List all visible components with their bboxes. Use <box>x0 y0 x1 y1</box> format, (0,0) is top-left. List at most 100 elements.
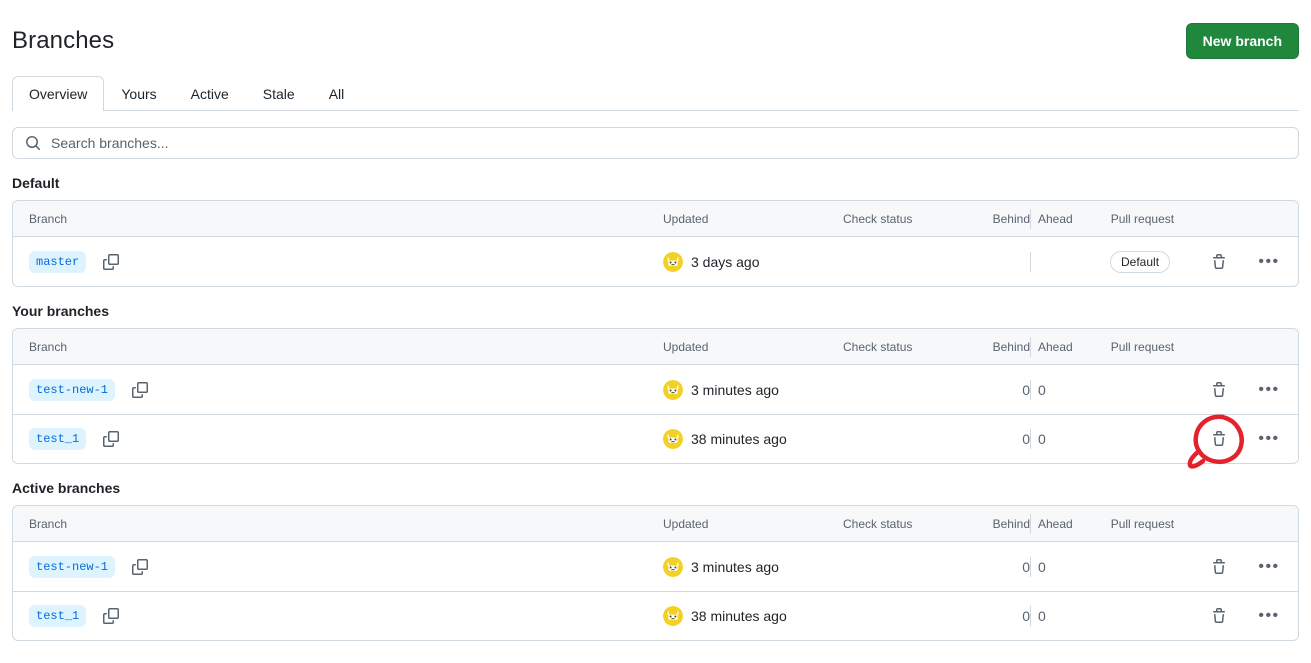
tab-bar: Overview Yours Active Stale All <box>12 76 1299 112</box>
column-header-pull-request: Pull request <box>1110 212 1175 226</box>
column-header-behind: Behind <box>992 517 1030 531</box>
branch-name-badge[interactable]: test_1 <box>29 428 87 450</box>
behind-count: 0 <box>1022 608 1030 624</box>
table-row: test_1 38 minutes ago 0 0 ••• <box>13 414 1298 463</box>
behind-count: 0 <box>1022 558 1030 575</box>
behind-count: 0 <box>1022 381 1030 398</box>
copy-icon <box>103 253 120 270</box>
row-more-options-button[interactable]: ••• <box>1256 426 1282 452</box>
trash-icon <box>1213 431 1225 446</box>
new-branch-button[interactable]: New branch <box>1185 23 1299 59</box>
avatar <box>663 556 683 577</box>
ahead-count: 0 <box>1038 608 1046 624</box>
trash-icon <box>1213 381 1225 397</box>
branch-name-badge[interactable]: test_1 <box>29 605 87 627</box>
updated-timestamp: 3 days ago <box>691 253 760 270</box>
row-more-options-button[interactable]: ••• <box>1256 554 1282 580</box>
avatar <box>663 606 683 626</box>
column-header-behind: Behind <box>992 212 1030 226</box>
copy-branch-name-button[interactable] <box>129 556 151 578</box>
branch-table: Branch Updated Check status Behind Ahead Pull… <box>12 505 1299 641</box>
branch-name-badge[interactable]: master <box>29 250 87 273</box>
copy-icon <box>132 558 149 575</box>
table-row: test_1 38 minutes ago 0 0 ••• <box>13 591 1298 640</box>
ahead-count: 0 <box>1038 381 1046 398</box>
updated-timestamp: 38 minutes ago <box>691 431 787 447</box>
copy-branch-name-button[interactable] <box>129 379 151 401</box>
tab-overview[interactable]: Overview <box>12 76 105 112</box>
copy-branch-name-button[interactable] <box>100 428 122 450</box>
tab-active[interactable]: Active <box>174 76 246 111</box>
delete-branch-button[interactable] <box>1206 249 1232 275</box>
default-branch-badge: Default <box>1110 250 1171 273</box>
table-row: test-new-1 3 minutes ago 0 0 ••• <box>13 365 1298 414</box>
table-header: Branch Updated Check status Behind Ahead Pull… <box>13 201 1298 237</box>
branch-table: Branch Updated Check status Behind Ahead Pull… <box>12 200 1299 287</box>
updated-timestamp: 38 minutes ago <box>691 608 787 624</box>
kebab-icon: ••• <box>1258 252 1280 270</box>
section-title: Default <box>12 175 60 191</box>
tab-all[interactable]: All <box>312 76 362 111</box>
kebab-icon: ••• <box>1258 557 1280 575</box>
column-header-behind: Behind <box>992 340 1030 354</box>
column-header-check-status: Check status <box>843 340 913 354</box>
column-header-ahead: Ahead <box>1038 517 1073 531</box>
delete-branch-button[interactable] <box>1206 603 1232 629</box>
column-header-ahead: Ahead <box>1038 212 1073 226</box>
behind-count: 0 <box>1022 431 1030 447</box>
avatar <box>663 429 683 449</box>
column-header-check-status: Check status <box>843 517 913 531</box>
tab-yours[interactable]: Yours <box>104 76 173 111</box>
column-header-updated: Updated <box>663 212 709 226</box>
page-title: Branches <box>12 27 115 54</box>
search-input[interactable] <box>49 132 1286 154</box>
page-header: Branches New branch <box>12 0 1299 66</box>
branch-sections: Default Branch Updated Check status Behind Ah… <box>12 173 1299 641</box>
updated-timestamp: 3 minutes ago <box>691 381 779 398</box>
column-header-updated: Updated <box>663 517 709 531</box>
table-body: test-new-1 3 minutes ago 0 0 ••• test_1 38 min… <box>13 365 1298 463</box>
search-icon <box>25 135 41 151</box>
search-branches-field[interactable] <box>12 127 1299 159</box>
column-header-branch: Branch <box>29 212 68 226</box>
column-header-updated: Updated <box>663 340 709 354</box>
table-body: test-new-1 3 minutes ago 0 0 ••• test_1 38 min… <box>13 542 1298 640</box>
ahead-count: 0 <box>1038 431 1046 447</box>
tab-stale[interactable]: Stale <box>246 76 312 111</box>
table-body: master 3 days ago Default ••• <box>13 237 1298 286</box>
row-more-options-button[interactable]: ••• <box>1256 377 1282 403</box>
delete-branch-button[interactable] <box>1206 426 1232 452</box>
copy-icon <box>103 608 120 624</box>
delete-branch-button[interactable] <box>1206 554 1232 580</box>
column-header-branch: Branch <box>29 340 68 354</box>
column-header-ahead: Ahead <box>1038 340 1073 354</box>
row-more-options-button[interactable]: ••• <box>1256 603 1282 629</box>
section-title: Active branches <box>12 480 121 496</box>
ahead-count: 0 <box>1038 558 1046 575</box>
kebab-icon: ••• <box>1258 607 1280 624</box>
trash-icon <box>1213 558 1225 574</box>
branch-table: Branch Updated Check status Behind Ahead Pull… <box>12 328 1299 464</box>
row-more-options-button[interactable]: ••• <box>1256 249 1282 275</box>
updated-timestamp: 3 minutes ago <box>691 558 779 575</box>
table-row: test-new-1 3 minutes ago 0 0 ••• <box>13 542 1298 591</box>
trash-icon <box>1213 608 1225 623</box>
branch-name-badge[interactable]: test-new-1 <box>29 555 116 578</box>
kebab-icon: ••• <box>1258 380 1280 398</box>
avatar <box>663 251 683 272</box>
branch-name-badge[interactable]: test-new-1 <box>29 378 116 401</box>
delete-branch-button[interactable] <box>1206 377 1232 403</box>
avatar <box>663 379 683 400</box>
copy-icon <box>132 381 149 398</box>
copy-icon <box>103 431 120 447</box>
copy-branch-name-button[interactable] <box>100 251 122 273</box>
table-header: Branch Updated Check status Behind Ahead Pull… <box>13 506 1298 542</box>
column-header-pull-request: Pull request <box>1110 517 1175 531</box>
column-header-branch: Branch <box>29 517 68 531</box>
table-header: Branch Updated Check status Behind Ahead Pull… <box>13 329 1298 365</box>
trash-icon <box>1213 253 1225 269</box>
section-title: Your branches <box>12 303 109 319</box>
copy-branch-name-button[interactable] <box>100 605 122 627</box>
branches-page: Branches New branch Overview Yours Active S… <box>0 0 1311 663</box>
column-header-check-status: Check status <box>843 212 913 226</box>
